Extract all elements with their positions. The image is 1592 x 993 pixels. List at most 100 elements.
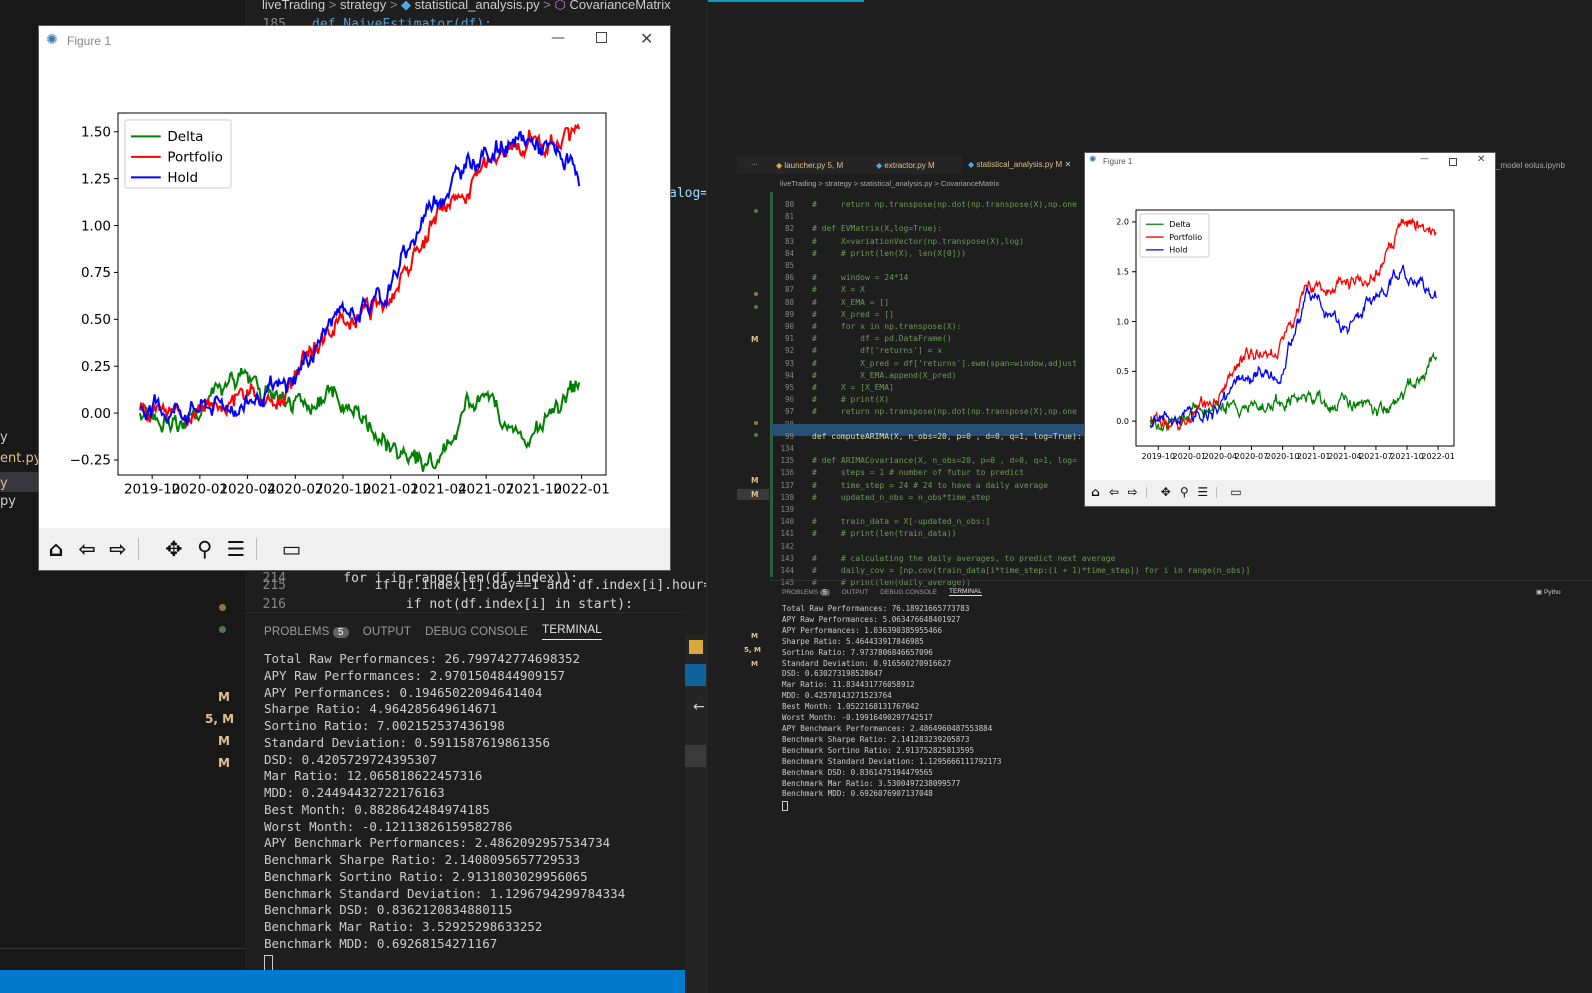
- tab-terminal[interactable]: TERMINAL: [542, 624, 602, 640]
- figure-window-left[interactable]: ✺ Figure 1 — ✕ −0.25 0.00 0.25 0.50 0.75 1.00…: [38, 25, 671, 571]
- configure-icon[interactable]: ☰: [1195, 485, 1210, 500]
- terminal-line: Mar Ratio: 11.834431776058912: [782, 680, 915, 690]
- tab-debug-console[interactable]: DEBUG CONSOLE: [880, 589, 937, 596]
- terminal-line: Sortino Ratio: 7.9737806846657096: [782, 647, 933, 657]
- code-line[interactable]: 92 # df['returns'] = x: [772, 338, 1092, 355]
- code-line[interactable]: 85: [772, 253, 1092, 270]
- left-terminal[interactable]: Total Raw Performances: 26.7997427746983…: [264, 651, 625, 971]
- back-arrow-icon[interactable]: ←: [693, 699, 705, 715]
- code-line[interactable]: 88 # X_EMA = []: [772, 290, 1092, 307]
- tab-more-icon[interactable]: ...: [751, 158, 758, 167]
- code-line[interactable]: 143 # # calculating the daily averages, t…: [772, 546, 1115, 563]
- close-tab-icon[interactable]: ✕: [1064, 160, 1071, 169]
- code-line[interactable]: 94 # X_EMA.append(X_pred): [772, 363, 1092, 380]
- code-line[interactable]: 144 # daily_cov = [np.cov(train_data[i*ti…: [772, 558, 1250, 575]
- code-line[interactable]: 137 # time_step = 24 # 24 to have a daily…: [772, 473, 1092, 490]
- code-line[interactable]: 140 # train_data = X[-updated_n_obs:]: [772, 509, 1092, 526]
- tab-problems[interactable]: PROBLEMS 5: [264, 626, 349, 638]
- code-line[interactable]: 136 # steps = 1 # number of futur to pred…: [772, 460, 1092, 477]
- code-line[interactable]: 84 # # print(len(X), len(X[0])): [772, 241, 1092, 258]
- sidebar-file[interactable]: y: [0, 430, 8, 445]
- code-line[interactable]: 135 # def ARIMACovariance(X, n_obs=20, p=…: [772, 448, 1092, 465]
- code-line[interactable]: if not(df.index[i] in start):: [312, 597, 633, 612]
- sidebar-file[interactable]: ent.py: [0, 451, 41, 466]
- code-line[interactable]: 83 # X=variationVector(np.transpose(X),lo…: [772, 229, 1092, 246]
- terminal-line: APY Performances: 0.19465022094641404: [264, 684, 543, 700]
- maximize-button[interactable]: [596, 32, 607, 43]
- code-line[interactable]: 98: [772, 412, 1092, 429]
- pan-icon[interactable]: ✥: [1158, 485, 1173, 500]
- code-line[interactable]: 87 # X = X: [772, 277, 1092, 294]
- code-line[interactable]: 142: [772, 534, 1092, 551]
- right-breadcrumb[interactable]: liveTrading > strategy > statistical_ana…: [780, 179, 999, 188]
- figure-titlebar[interactable]: ✺ Figure 1 — ✕: [1085, 153, 1495, 171]
- code-line[interactable]: 91 # df = pd.DataFrame(): [772, 326, 1092, 343]
- code-line[interactable]: 90 # for x in np.transpose(X):: [772, 314, 1092, 331]
- forward-icon[interactable]: ⇨: [1125, 485, 1140, 500]
- python-terminal-label[interactable]: ▣ Pytho: [1536, 588, 1561, 596]
- zoom-icon[interactable]: ⚲: [1177, 485, 1192, 500]
- minimize-button[interactable]: —: [551, 30, 565, 46]
- breadcrumb-seg[interactable]: strategy: [340, 0, 386, 12]
- code-line[interactable]: 138 # updated_n_obs = n_obs*time_step: [772, 485, 1092, 502]
- code-line[interactable]: 134: [772, 436, 1092, 453]
- home-icon[interactable]: ⌂: [1088, 485, 1103, 500]
- code-line[interactable]: if df.index[i].day==1 and df.index[i].ho…: [312, 578, 719, 593]
- save-icon[interactable]: ▭: [279, 536, 305, 562]
- code-line[interactable]: 95 # X = [X_EMA]: [772, 375, 1092, 392]
- zoom-icon[interactable]: ⚲: [192, 536, 218, 562]
- terminal-line: Benchmark Standard Deviation: 1.12967942…: [264, 885, 626, 901]
- window-title: Figure 1: [67, 34, 112, 48]
- figure-titlebar[interactable]: ✺ Figure 1 — ✕: [39, 26, 670, 56]
- git-status: M: [751, 476, 759, 485]
- breadcrumb-seg[interactable]: liveTrading: [262, 0, 325, 12]
- x-tick-label: 2021-10: [1390, 452, 1423, 461]
- code-line[interactable]: 80 # return np.transpose(np.dot(np.transp…: [772, 192, 1092, 209]
- git-status: M: [218, 734, 230, 748]
- minimize-button[interactable]: —: [1420, 154, 1429, 164]
- code-line[interactable]: 81: [772, 204, 1092, 221]
- git-status: M: [751, 632, 758, 640]
- y-tick-label: 0.5: [1116, 367, 1129, 376]
- back-icon[interactable]: ⇦: [74, 536, 100, 562]
- maximize-button[interactable]: [1449, 158, 1457, 166]
- code-line[interactable]: 141 # # print(len(train_data)): [772, 521, 1092, 538]
- tab-output[interactable]: OUTPUT: [842, 589, 869, 596]
- configure-icon[interactable]: ☰: [223, 536, 249, 562]
- legend-label: Delta: [1169, 220, 1190, 229]
- left-breadcrumb[interactable]: liveTrading > strategy > ◆ statistical_a…: [262, 0, 671, 13]
- tab-output[interactable]: OUTPUT: [363, 626, 411, 638]
- code-line[interactable]: 93 # X_pred = df['returns'].ewm(span=wind…: [772, 351, 1092, 368]
- right-terminal[interactable]: Total Raw Performances: 76.1892166577378…: [782, 604, 1001, 812]
- code-line[interactable]: 82 # def EVMatrix(X,log=True):: [772, 216, 1092, 233]
- terminal-line: Benchmark DSD: 0.8361475194479565: [782, 767, 933, 777]
- sidebar-file[interactable]: py: [0, 494, 16, 509]
- back-icon[interactable]: ⇦: [1107, 485, 1122, 500]
- code-line[interactable]: 89 # X_pred = []: [772, 302, 1092, 319]
- code-line[interactable]: 86 # window = 24*14: [772, 265, 1092, 282]
- tab-extractor[interactable]: ◆ extractor.py M: [876, 161, 935, 170]
- code-line[interactable]: 97 # return np.transpose(np.dot(np.transp…: [772, 399, 1092, 416]
- close-button[interactable]: ✕: [1477, 154, 1485, 165]
- code-line[interactable]: 139: [772, 497, 1092, 514]
- breadcrumb-seg[interactable]: CovarianceMatrix: [570, 0, 671, 12]
- window-accent: [708, 0, 864, 2]
- close-button[interactable]: ✕: [640, 29, 653, 48]
- terminal-line: Mar Ratio: 12.065818622457316: [264, 768, 483, 784]
- pan-icon[interactable]: ✥: [161, 536, 187, 562]
- tab-debug-console[interactable]: DEBUG CONSOLE: [425, 626, 528, 638]
- code-fragment[interactable]: alog=: [669, 186, 708, 201]
- figure-window-right[interactable]: ✺ Figure 1 — ✕ 0.0 0.5 1.0 1.5 2.0 2019-10 202…: [1084, 152, 1496, 507]
- partial-tab[interactable]: _model eolus.ipynb: [1496, 161, 1565, 170]
- home-icon[interactable]: ⌂: [43, 536, 69, 562]
- code-line[interactable]: 99 def computeARIMA(X, n_obs=20, p=0 , d=…: [772, 423, 1092, 441]
- right-panel-tabs: PROBLEMS 5 OUTPUT DEBUG CONSOLE TERMINAL: [782, 588, 982, 596]
- tab-statistical-analysis[interactable]: ◆ statistical_analysis.py M ✕: [962, 156, 1086, 174]
- breadcrumb-seg[interactable]: statistical_analysis.py: [415, 0, 540, 12]
- code-line[interactable]: 96 # # print(X): [772, 387, 1092, 404]
- tab-launcher[interactable]: ◆ launcher.py 5, M: [776, 161, 843, 170]
- tab-problems[interactable]: PROBLEMS 5: [782, 588, 830, 596]
- forward-icon[interactable]: ⇨: [105, 536, 131, 562]
- save-icon[interactable]: ▭: [1229, 485, 1244, 500]
- tab-terminal[interactable]: TERMINAL: [949, 588, 982, 596]
